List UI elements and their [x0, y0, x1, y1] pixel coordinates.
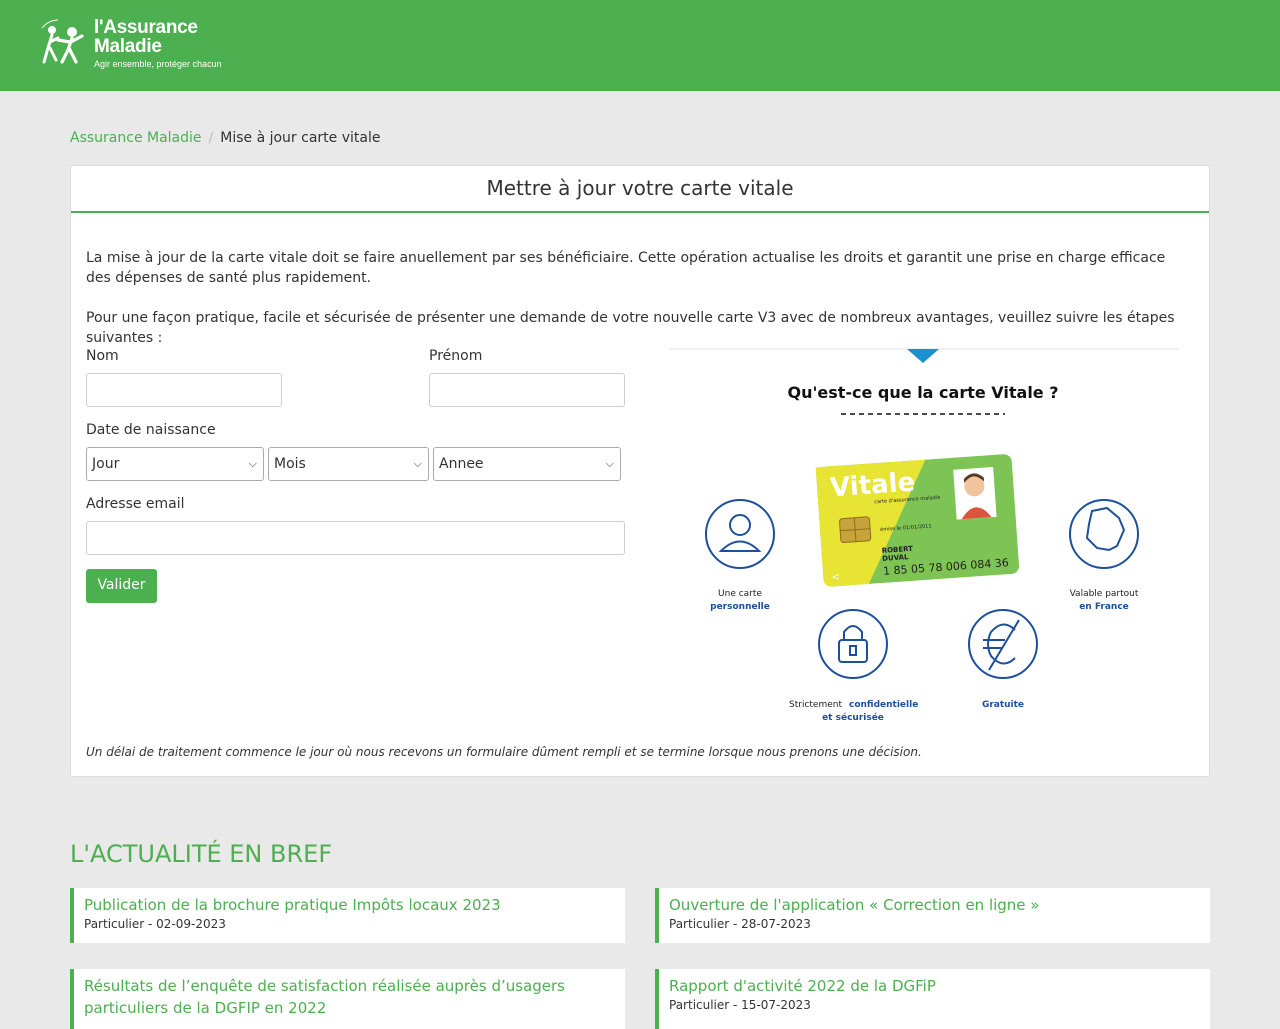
vitale-infographic: Qu'est-ce que la carte Vitale ? Vitale c… — [669, 348, 1179, 728]
france-map-feature — [1069, 499, 1139, 569]
feature-secure-line3: et sécurisée — [822, 712, 884, 723]
breadcrumb-separator: / — [208, 130, 214, 146]
chevron-down-icon: ⌵ — [605, 457, 614, 470]
update-card-panel: Mettre à jour votre carte vitale La mise… — [70, 165, 1210, 777]
email-input[interactable] — [86, 521, 625, 555]
logo-tagline: Agir ensemble, protéger chacun — [94, 59, 222, 69]
email-label: Adresse email — [86, 496, 185, 512]
prenom-label: Prénom — [429, 348, 483, 364]
feature-free-label: Gratuite — [982, 700, 1024, 710]
feature-france-line1: Valable partout — [1070, 589, 1139, 599]
day-select[interactable]: Jour ⌵ — [86, 447, 264, 481]
breadcrumb: Assurance Maladie / Mise à jour carte vita… — [70, 130, 380, 146]
news-item[interactable]: Publication de la brochure pratique Impô… — [70, 888, 625, 943]
month-select[interactable]: Mois ⌵ — [268, 447, 429, 481]
infographic-title: Qu'est-ce que la carte Vitale ? — [787, 383, 1058, 402]
news-item-title[interactable]: Rapport d'activité 2022 de la DGFiP — [669, 975, 1200, 997]
header-bar: l'Assurance Maladie Agir ensemble, proté… — [0, 0, 1280, 91]
year-select[interactable]: Annee ⌵ — [433, 447, 621, 481]
processing-footnote: Un délai de traitement commence le jour … — [86, 745, 922, 759]
breadcrumb-home-link[interactable]: Assurance Maladie — [70, 130, 202, 146]
news-item-title[interactable]: Ouverture de l'application « Correction … — [669, 894, 1200, 916]
intro-paragraph-2: Pour une façon pratique, facile et sécur… — [86, 310, 1175, 346]
feature-secure-line1: Strictement — [789, 700, 842, 710]
news-heading: L'ACTUALITÉ EN BREF — [70, 840, 333, 868]
nom-input[interactable] — [86, 373, 282, 407]
feature-france-line2: en France — [1079, 602, 1129, 612]
lock-feature — [818, 609, 888, 679]
free-euro-feature — [968, 609, 1038, 679]
feature-personal-line2: personnelle — [710, 602, 770, 612]
month-select-value: Mois — [274, 456, 306, 472]
svg-text:<: < — [831, 572, 840, 584]
dob-label: Date de naissance — [86, 422, 216, 438]
news-item[interactable]: Résultats de l’enquête de satisfaction r… — [70, 969, 625, 1029]
chevron-down-icon: ⌵ — [248, 457, 257, 470]
assurance-maladie-logo[interactable]: l'Assurance Maladie Agir ensemble, proté… — [38, 18, 222, 69]
intro-paragraph-1: La mise à jour de la carte vitale doit s… — [86, 250, 1166, 286]
marker-triangle-icon — [907, 349, 939, 363]
breadcrumb-current: Mise à jour carte vitale — [220, 130, 381, 146]
news-item[interactable]: Ouverture de l'application « Correction … — [655, 888, 1210, 943]
prenom-input[interactable] — [429, 373, 625, 407]
chevron-down-icon: ⌵ — [413, 457, 422, 470]
logo-line2: Maladie — [94, 36, 162, 57]
news-item-title[interactable]: Résultats de l’enquête de satisfaction r… — [84, 975, 615, 1019]
vitale-infographic-svg: Qu'est-ce que la carte Vitale ? Vitale c… — [669, 348, 1179, 723]
personal-card-feature — [705, 499, 775, 569]
news-item[interactable]: Rapport d'activité 2022 de la DGFiP Part… — [655, 969, 1210, 1029]
feature-secure-line2: confidentielle — [849, 700, 918, 710]
news-item-title[interactable]: Publication de la brochure pratique Impô… — [84, 894, 615, 916]
card-title: Mettre à jour votre carte vitale — [71, 166, 1209, 213]
vitale-card-illustration: Vitale carte d'assurance maladie émise l… — [815, 454, 1020, 587]
feature-personal-line1: Une carte — [718, 589, 762, 599]
news-item-meta: Particulier - 28-07-2023 — [669, 917, 811, 931]
news-item-meta: Particulier - 15-07-2023 — [669, 998, 811, 1012]
logo-line1: l'Assurance — [94, 17, 198, 38]
submit-button[interactable]: Valider — [86, 569, 157, 603]
day-select-value: Jour — [92, 456, 120, 472]
nom-label: Nom — [86, 348, 119, 364]
news-item-meta: Particulier - 02-09-2023 — [84, 917, 226, 931]
year-select-value: Annee — [439, 456, 484, 472]
family-logo-icon — [41, 19, 84, 64]
